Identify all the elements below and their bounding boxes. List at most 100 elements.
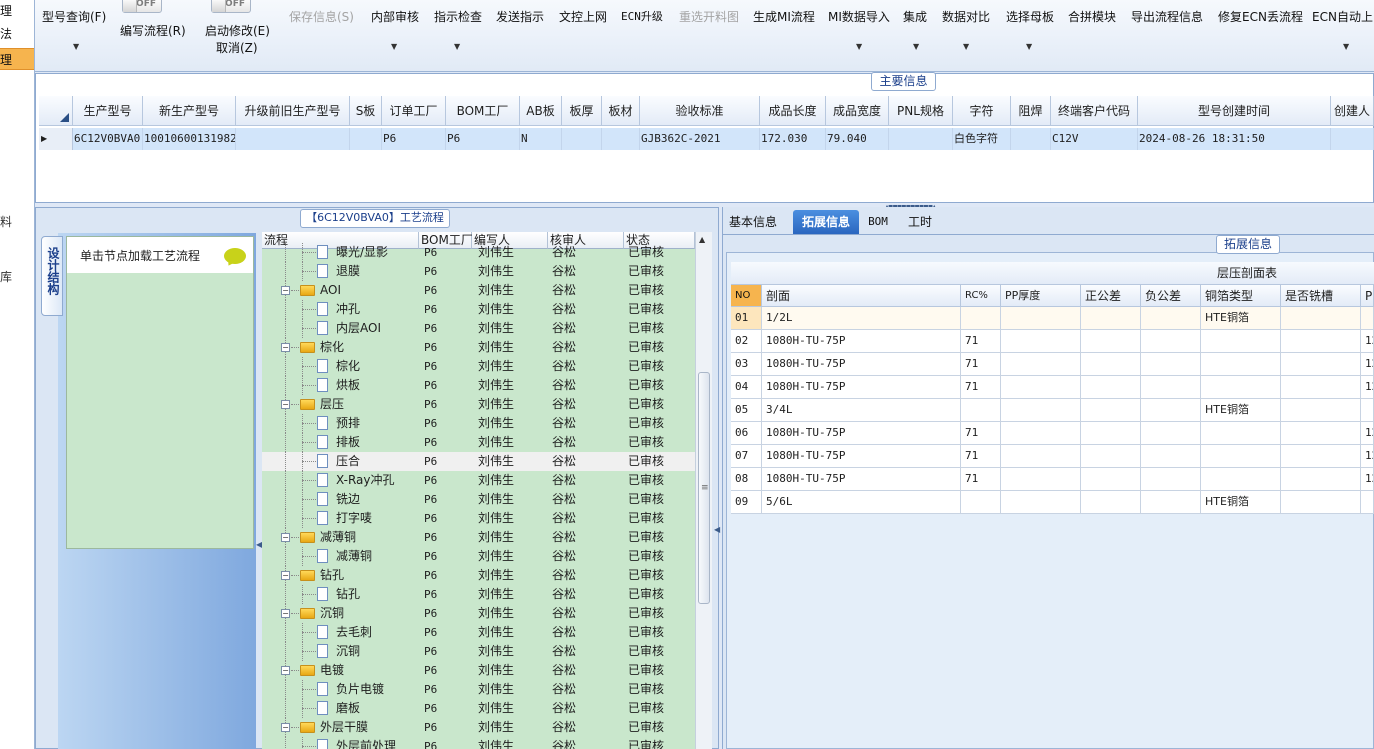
lam-cell[interactable]: 03 xyxy=(731,353,762,376)
model-query-button[interactable]: 型号查询(F) xyxy=(42,8,106,25)
cell-pnl[interactable] xyxy=(889,128,953,150)
lam-cell[interactable]: 05 xyxy=(731,399,762,422)
export-flow-info-button[interactable]: 导出流程信息 xyxy=(1131,8,1203,25)
lam-cell[interactable] xyxy=(1361,307,1374,330)
lam-cell[interactable] xyxy=(1201,445,1281,468)
lam-cell[interactable] xyxy=(1281,307,1361,330)
lam-cell[interactable]: 12 xyxy=(1361,468,1374,491)
lam-cell[interactable] xyxy=(961,491,1001,514)
save-info-button[interactable]: 保存信息(S) xyxy=(289,8,354,25)
tab-basic-info[interactable]: 基本信息 xyxy=(724,210,782,234)
generate-mi-flow-button[interactable]: 生成MI流程 xyxy=(753,8,815,25)
col-foil-type[interactable]: 铜箔类型 xyxy=(1201,285,1281,307)
lam-cell[interactable]: 71 xyxy=(961,330,1001,353)
lam-cell[interactable] xyxy=(1081,445,1141,468)
lam-cell[interactable]: 3/4L xyxy=(762,399,961,422)
lam-cell[interactable] xyxy=(1201,330,1281,353)
tab-work-hours[interactable]: 工时 xyxy=(902,210,938,234)
col-header[interactable]: 订单工厂 xyxy=(382,96,446,126)
col-header[interactable]: 板厚 xyxy=(562,96,602,126)
lam-cell[interactable]: 1080H-TU-75P xyxy=(762,353,961,376)
chevron-down-icon[interactable]: ▼ xyxy=(1026,42,1032,51)
cell-standard[interactable]: GJB362C-2021 xyxy=(640,128,760,150)
lam-cell[interactable] xyxy=(1201,468,1281,491)
cell-old-model[interactable] xyxy=(236,128,350,150)
lam-cell[interactable]: 09 xyxy=(731,491,762,514)
tree-row[interactable]: − 层压 P6 刘伟生 谷松 已审核 xyxy=(262,395,695,414)
tree-row[interactable]: − 钻孔 P6 刘伟生 谷松 已审核 xyxy=(262,566,695,585)
tree-row[interactable]: 内层AOI P6 刘伟生 谷松 已审核 xyxy=(262,319,695,338)
lam-cell[interactable] xyxy=(1081,376,1141,399)
lam-cell[interactable] xyxy=(1141,445,1201,468)
col-pp-thickness[interactable]: PP厚度 xyxy=(1001,285,1081,307)
lam-cell[interactable]: HTE铜箔 xyxy=(1201,491,1281,514)
lam-cell[interactable] xyxy=(1081,422,1141,445)
design-structure-tab[interactable]: 设计结构 xyxy=(41,236,63,316)
collapse-icon[interactable]: − xyxy=(281,609,290,618)
grid-corner[interactable] xyxy=(39,96,73,126)
lam-cell[interactable] xyxy=(1081,491,1141,514)
lam-cell[interactable] xyxy=(1281,422,1361,445)
lam-cell[interactable] xyxy=(961,307,1001,330)
collapse-icon[interactable]: − xyxy=(281,571,290,580)
tree-row[interactable]: 退膜 P6 刘伟生 谷松 已审核 xyxy=(262,262,695,281)
tab-bom[interactable]: BOM xyxy=(864,210,892,234)
col-milled-slot[interactable]: 是否铣槽 xyxy=(1281,285,1361,307)
col-no[interactable]: NO xyxy=(731,285,762,307)
tab-extended-info[interactable]: 拓展信息 xyxy=(793,210,859,234)
lam-cell[interactable] xyxy=(1001,353,1081,376)
integrate-button[interactable]: 集成 xyxy=(903,8,927,25)
tree-row[interactable]: − 减薄铜 P6 刘伟生 谷松 已审核 xyxy=(262,528,695,547)
lam-cell[interactable]: 71 xyxy=(961,445,1001,468)
ecn-upgrade-button[interactable]: ECN升级 xyxy=(621,8,663,24)
chevron-down-icon[interactable]: ▼ xyxy=(913,42,919,51)
cell-ab-board[interactable]: N xyxy=(520,128,562,150)
splitter-arrow-icon[interactable]: ◀ xyxy=(714,525,720,534)
lam-cell[interactable] xyxy=(1141,330,1201,353)
lam-cell[interactable] xyxy=(1141,353,1201,376)
col-header[interactable]: 板材 xyxy=(602,96,640,126)
cell-customer[interactable]: C12V xyxy=(1051,128,1138,150)
lam-cell[interactable]: 01 xyxy=(731,307,762,330)
lam-cell[interactable] xyxy=(1141,422,1201,445)
scroll-up-icon[interactable]: ▲ xyxy=(699,235,705,244)
tree-row[interactable]: 棕化 P6 刘伟生 谷松 已审核 xyxy=(262,357,695,376)
lam-cell[interactable] xyxy=(1141,307,1201,330)
row-indicator-icon[interactable]: ▶ xyxy=(39,128,73,150)
cancel-edit-button[interactable]: 取消(Z) xyxy=(216,39,258,56)
tree-row[interactable]: 减薄铜 P6 刘伟生 谷松 已审核 xyxy=(262,547,695,566)
lam-cell[interactable] xyxy=(1281,330,1361,353)
col-header[interactable]: 阻焊 xyxy=(1011,96,1051,126)
tree-row[interactable]: X-Ray冲孔 P6 刘伟生 谷松 已审核 xyxy=(262,471,695,490)
send-instruction-button[interactable]: 发送指示 xyxy=(496,8,544,25)
tree-row[interactable]: 钻孔 P6 刘伟生 谷松 已审核 xyxy=(262,585,695,604)
col-rc[interactable]: RC% xyxy=(961,285,1001,307)
lam-cell[interactable]: 02 xyxy=(731,330,762,353)
lam-cell[interactable]: 12 xyxy=(1361,422,1374,445)
tree-row[interactable]: 铣边 P6 刘伟生 谷松 已审核 xyxy=(262,490,695,509)
write-flow-button[interactable]: 编写流程(R) xyxy=(120,22,186,39)
col-header[interactable]: 型号创建时间 xyxy=(1138,96,1331,126)
scroll-thumb[interactable]: ≡ xyxy=(698,372,710,604)
lam-cell[interactable]: 04 xyxy=(731,376,762,399)
cell-model[interactable]: 6C12V0BVA0 xyxy=(73,128,143,150)
tree-row[interactable]: − 棕化 P6 刘伟生 谷松 已审核 xyxy=(262,338,695,357)
lam-cell[interactable] xyxy=(1281,399,1361,422)
cell-char[interactable]: 白色字符 xyxy=(953,128,1011,150)
chevron-down-icon[interactable]: ▼ xyxy=(73,42,79,51)
col-header[interactable]: 成品长度 xyxy=(760,96,826,126)
col-header[interactable]: 升级前旧生产型号 xyxy=(236,96,350,126)
col-header[interactable]: AB板 xyxy=(520,96,562,126)
lam-cell[interactable]: 12 xyxy=(1361,445,1374,468)
start-edit-toggle[interactable]: OFF xyxy=(211,0,251,13)
nav-item-2[interactable]: 法 xyxy=(0,23,34,45)
lam-cell[interactable]: HTE铜箔 xyxy=(1201,399,1281,422)
col-header[interactable]: 创建人 xyxy=(1331,96,1374,126)
internal-review-button[interactable]: 内部审核 xyxy=(371,8,419,25)
tree-row[interactable]: 外层前处理 P6 刘伟生 谷松 已审核 xyxy=(262,737,695,749)
chevron-down-icon[interactable]: ▼ xyxy=(454,42,460,51)
cell-bom-factory[interactable]: P6 xyxy=(446,128,520,150)
col-header[interactable]: 生产型号 xyxy=(73,96,143,126)
collapse-icon[interactable]: − xyxy=(281,723,290,732)
cell-width[interactable]: 79.040 xyxy=(826,128,889,150)
